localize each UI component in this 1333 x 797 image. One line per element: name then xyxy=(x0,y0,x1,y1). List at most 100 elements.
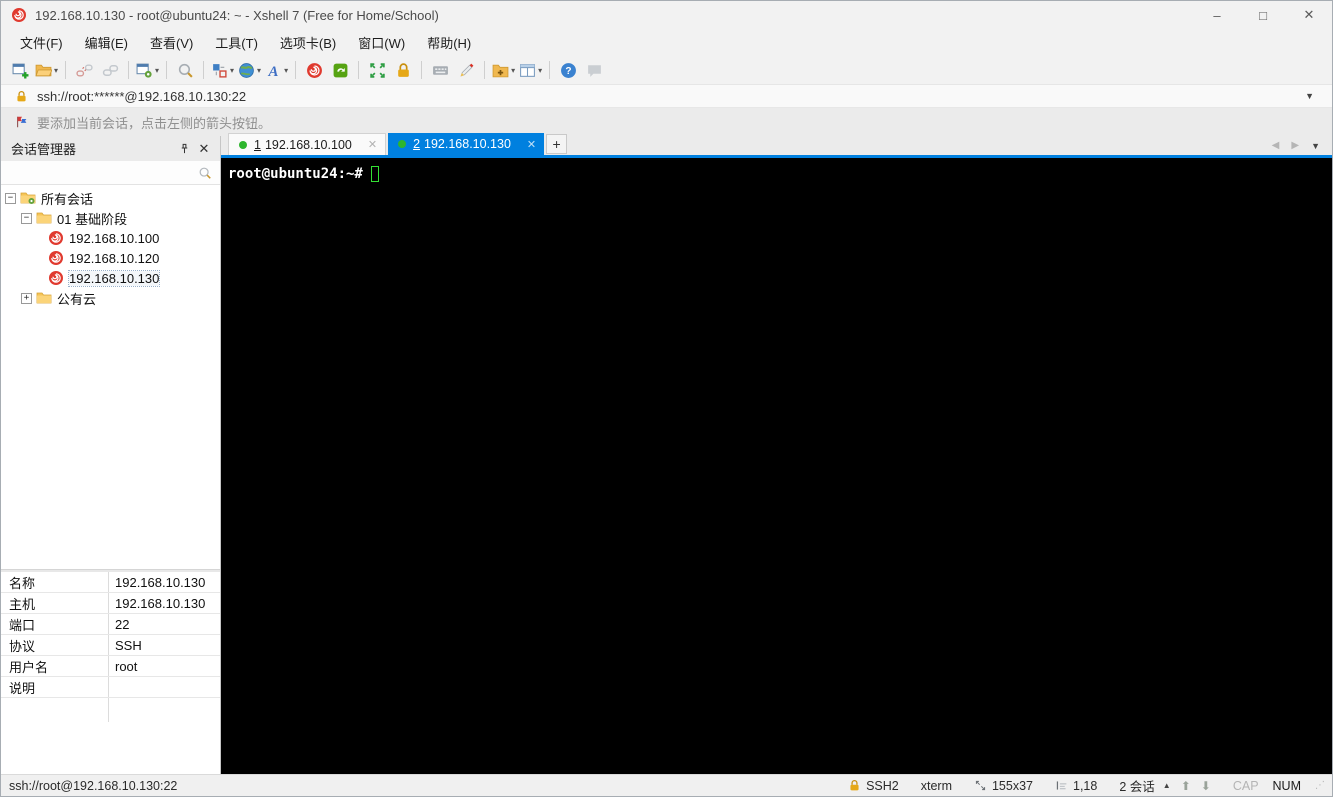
toolbar-separator xyxy=(421,61,422,79)
tab-session-2[interactable]: 2 192.168.10.130 ✕ xyxy=(388,133,544,155)
window-title: 192.168.10.130 - root@ubuntu24: ~ - Xshe… xyxy=(35,8,439,23)
globe-icon xyxy=(238,62,255,79)
menu-tab[interactable]: 选项卡(B) xyxy=(269,29,347,56)
svg-text:?: ? xyxy=(565,66,571,77)
scroll-up-icon[interactable]: ⬆ xyxy=(1181,779,1191,793)
num-lock-indicator: NUM xyxy=(1273,779,1301,793)
xshell-app-icon xyxy=(11,7,27,23)
tree-item-label: 192.168.10.130 xyxy=(69,271,159,286)
resize-grip[interactable]: ⋰ xyxy=(1315,780,1326,791)
reconnect-button[interactable] xyxy=(97,58,123,82)
expand-icon[interactable]: + xyxy=(21,293,32,304)
session-manager-header: 会话管理器 ✕ xyxy=(1,136,220,161)
tree-item-folder-cloud[interactable]: + 公有云 xyxy=(1,288,220,308)
compose-bar-button[interactable]: ▾ xyxy=(209,58,236,82)
menu-file[interactable]: 文件(F) xyxy=(9,29,74,56)
toolbar-separator xyxy=(166,61,167,79)
status-session-count[interactable]: 2 会话 ▲ xyxy=(1119,776,1170,795)
address-url[interactable]: ssh://root:******@192.168.10.130:22 xyxy=(37,89,1295,104)
shell-prompt: root@ubuntu24:~# xyxy=(228,166,363,182)
new-session-folder-button[interactable]: ▾ xyxy=(490,58,517,82)
minimize-button[interactable]: – xyxy=(1194,1,1240,29)
fullscreen-button[interactable] xyxy=(364,58,390,82)
feedback-button[interactable] xyxy=(581,58,607,82)
terminal[interactable]: root@ubuntu24:~# xyxy=(221,158,1332,774)
tab-close-icon[interactable]: ✕ xyxy=(527,138,536,151)
session-properties-button[interactable]: ▾ xyxy=(134,58,161,82)
chevron-down-icon: ▾ xyxy=(284,66,288,75)
panel-title: 会话管理器 xyxy=(11,139,174,158)
scroll-down-icon[interactable]: ⬇ xyxy=(1201,779,1211,793)
maximize-button[interactable]: □ xyxy=(1240,1,1286,29)
session-search[interactable] xyxy=(1,161,220,185)
disconnect-button[interactable] xyxy=(71,58,97,82)
new-tab-button[interactable]: + xyxy=(546,134,567,154)
tabbar: 1 192.168.10.100 ✕ 2 192.168.10.130 ✕ + … xyxy=(221,136,1332,158)
tree-item-label: 192.168.10.120 xyxy=(69,251,159,266)
tab-number: 1 xyxy=(254,138,261,152)
addressbar[interactable]: ssh://root:******@192.168.10.130:22 ▼ xyxy=(1,85,1332,108)
tree-item-session-130[interactable]: 192.168.10.130 xyxy=(1,268,220,288)
menu-edit[interactable]: 编辑(E) xyxy=(74,29,139,56)
tab-scroll-right-icon[interactable]: ▶ xyxy=(1285,140,1305,151)
new-folder-icon xyxy=(492,62,509,79)
open-folder-icon xyxy=(35,62,52,79)
help-button[interactable]: ? xyxy=(555,58,581,82)
tree-item-session-120[interactable]: 192.168.10.120 xyxy=(1,248,220,268)
menu-view[interactable]: 查看(V) xyxy=(139,29,204,56)
font-icon: A xyxy=(265,62,282,79)
tree-item-session-100[interactable]: 192.168.10.100 xyxy=(1,228,220,248)
prop-value[interactable]: SSH xyxy=(109,635,220,655)
prop-value[interactable] xyxy=(109,677,220,697)
lock-icon xyxy=(848,779,861,792)
menu-window[interactable]: 窗口(W) xyxy=(347,29,416,56)
pin-icon[interactable] xyxy=(174,139,194,159)
find-button[interactable] xyxy=(172,58,198,82)
virtual-keyboard-button[interactable] xyxy=(427,58,453,82)
font-button[interactable]: A ▾ xyxy=(263,58,290,82)
fullscreen-icon xyxy=(369,62,386,79)
chevron-down-icon: ▾ xyxy=(538,66,542,75)
xshell-window: 192.168.10.130 - root@ubuntu24: ~ - Xshe… xyxy=(0,0,1333,797)
xftp-button[interactable] xyxy=(327,58,353,82)
tree-item-folder-01[interactable]: − 01 基础阶段 xyxy=(1,208,220,228)
search-input[interactable] xyxy=(1,165,198,180)
tabs-menu-caret[interactable]: ▼ xyxy=(1305,141,1326,151)
prop-value[interactable]: 22 xyxy=(109,614,220,634)
web-browser-button[interactable]: ▾ xyxy=(236,58,263,82)
prop-label: 主机 xyxy=(1,593,109,613)
collapse-icon[interactable]: − xyxy=(21,213,32,224)
xshell-button[interactable] xyxy=(301,58,327,82)
infobar: 要添加当前会话，点击左侧的箭头按钮。 xyxy=(1,108,1332,136)
menu-help[interactable]: 帮助(H) xyxy=(416,29,482,56)
prop-label: 说明 xyxy=(1,677,109,697)
compose-bar-icon xyxy=(211,62,228,79)
menu-tools[interactable]: 工具(T) xyxy=(204,29,269,56)
layout-button[interactable]: ▾ xyxy=(517,58,544,82)
tab-close-icon[interactable]: ✕ xyxy=(368,138,377,151)
highlight-button[interactable] xyxy=(453,58,479,82)
prop-label: 端口 xyxy=(1,614,109,634)
close-panel-icon[interactable]: ✕ xyxy=(194,139,214,159)
chevron-up-icon: ▲ xyxy=(1163,781,1171,790)
lock-screen-button[interactable] xyxy=(390,58,416,82)
connected-dot-icon xyxy=(239,141,247,149)
open-session-button[interactable]: ▾ xyxy=(33,58,60,82)
tab-session-1[interactable]: 1 192.168.10.100 ✕ xyxy=(228,133,386,155)
toolbar: ▾ ▾ ▾ ▾ A ▾ xyxy=(1,56,1332,85)
tab-scroll-left-icon[interactable]: ◀ xyxy=(1266,140,1286,151)
prop-value[interactable]: 192.168.10.130 xyxy=(109,593,220,613)
chevron-down-icon: ▾ xyxy=(257,66,261,75)
new-session-button[interactable] xyxy=(7,58,33,82)
collapse-icon[interactable]: − xyxy=(5,193,16,204)
xftp-icon xyxy=(332,62,349,79)
session-properties-icon xyxy=(136,62,153,79)
address-dropdown-caret[interactable]: ▼ xyxy=(1295,91,1324,101)
prop-value[interactable]: 192.168.10.130 xyxy=(109,572,220,592)
prop-value[interactable]: root xyxy=(109,656,220,676)
close-button[interactable]: ✕ xyxy=(1286,1,1332,29)
status-terminal-type[interactable]: xterm xyxy=(921,779,952,793)
tree-item-label: 公有云 xyxy=(57,289,96,308)
tree-item-all-sessions[interactable]: − 所有会话 xyxy=(1,188,220,208)
prop-label: 用户名 xyxy=(1,656,109,676)
